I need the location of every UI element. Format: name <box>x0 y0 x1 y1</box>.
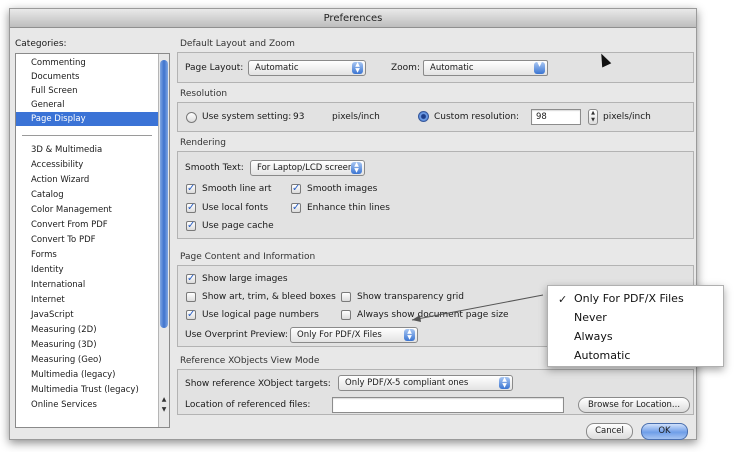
menu-item-automatic[interactable]: Automatic <box>574 349 630 362</box>
checkmark-icon: ✓ <box>558 293 568 306</box>
menu-item-always[interactable]: Always <box>574 330 613 343</box>
menu-item-never[interactable]: Never <box>574 311 607 324</box>
overprint-options-menu: ✓ Only For PDF/X Files Never Always Auto… <box>547 285 724 367</box>
menu-item-only-pdfx[interactable]: Only For PDF/X Files <box>574 292 684 305</box>
callout-arrow <box>411 294 544 322</box>
